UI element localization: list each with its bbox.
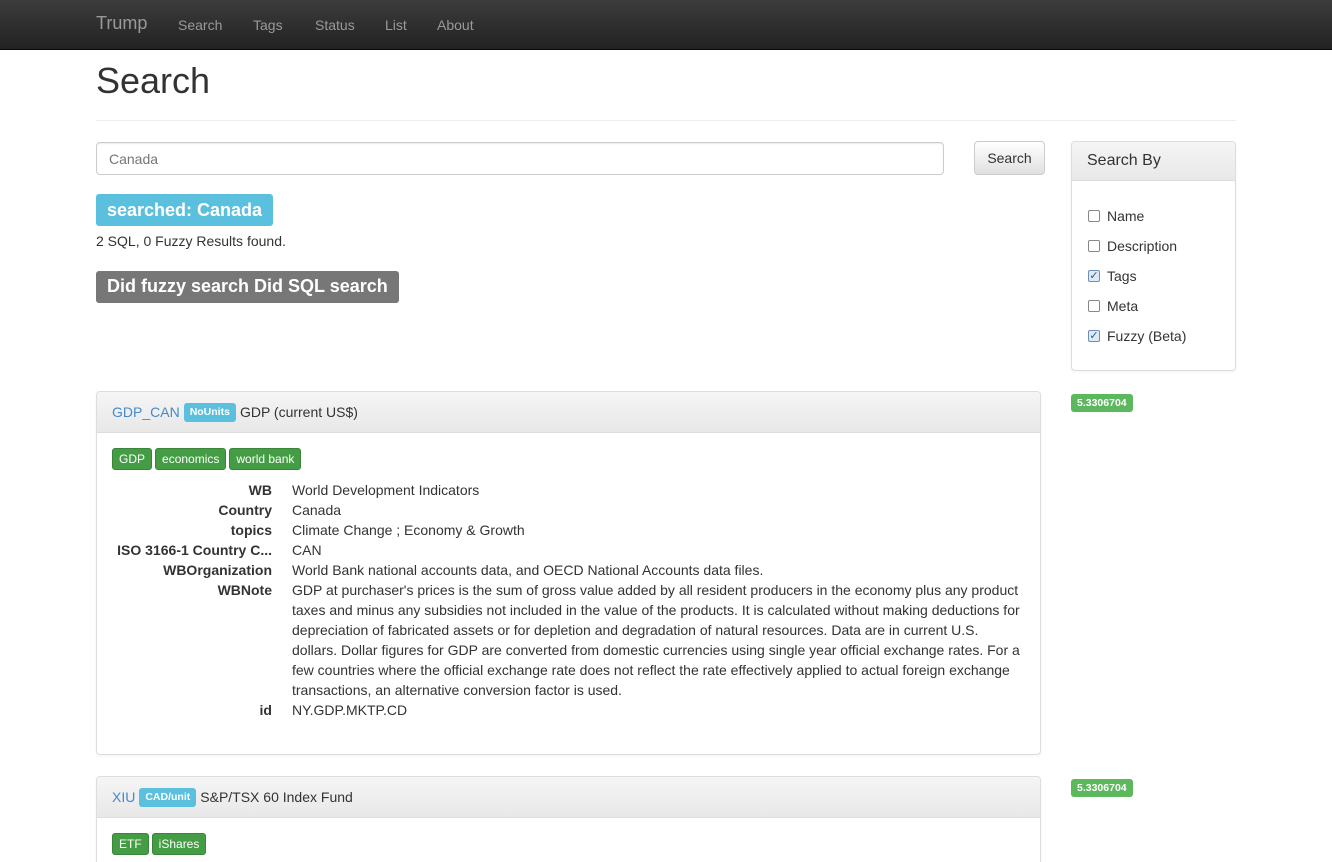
meta-row: Country Canada xyxy=(112,500,1022,520)
searched-label: searched: Canada xyxy=(96,194,274,226)
meta-checkbox[interactable] xyxy=(1088,300,1100,312)
meta-value: GDP at purchaser's prices is the sum of … xyxy=(292,582,1020,698)
fuzzy-option-label: Fuzzy (Beta) xyxy=(1107,328,1187,344)
search-by-meta-option[interactable]: Meta xyxy=(1088,296,1138,316)
search-input[interactable] xyxy=(96,142,944,175)
nav-item-status[interactable]: Status xyxy=(315,17,355,33)
meta-key: WBNote xyxy=(217,582,272,598)
meta-row: ISO 3166-1 Country C... CAN xyxy=(112,540,1022,560)
meta-value: NY.GDP.MKTP.CD xyxy=(292,702,408,718)
meta-option-label: Meta xyxy=(1107,298,1139,314)
meta-value: World Bank national accounts data, and O… xyxy=(292,562,764,578)
tag-list: ETF iShares xyxy=(112,833,209,855)
search-by-name-option[interactable]: Name xyxy=(1088,206,1144,226)
tag[interactable]: world bank xyxy=(229,448,302,470)
results-count: 2 SQL, 0 Fuzzy Results found. xyxy=(96,233,286,249)
search-by-description-option[interactable]: Description xyxy=(1088,236,1177,256)
result-card: XIU CAD/unit S&P/TSX 60 Index Fund ETF i… xyxy=(96,776,1041,862)
tag[interactable]: economics xyxy=(155,448,227,470)
header-divider xyxy=(96,120,1236,121)
tags-option-label: Tags xyxy=(1107,268,1137,284)
page-title: Search xyxy=(96,60,211,101)
meta-key: WBOrganization xyxy=(163,562,272,578)
score-badge: 5.3306704 xyxy=(1071,779,1133,797)
search-by-heading: Search By xyxy=(1072,142,1235,181)
result-name-link[interactable]: XIU xyxy=(112,789,135,805)
search-by-tags-option[interactable]: ✓ Tags xyxy=(1088,266,1137,286)
nav-item-list[interactable]: List xyxy=(385,17,407,33)
meta-key: WB xyxy=(248,482,272,498)
description-option-label: Description xyxy=(1107,238,1178,254)
meta-key: ISO 3166-1 Country C... xyxy=(117,542,272,558)
fuzzy-checkbox[interactable]: ✓ xyxy=(1088,330,1100,342)
result-heading: GDP_CAN NoUnits GDP (current US$) xyxy=(97,392,1040,433)
search-by-panel: Search By Name Description ✓ Tags Meta ✓… xyxy=(1071,141,1236,371)
meta-key: Country xyxy=(218,502,272,518)
brand-link[interactable]: Trump xyxy=(96,13,147,34)
meta-row: WBNote GDP at purchaser's prices is the … xyxy=(112,580,1022,700)
navbar: Trump Search Tags Status List About xyxy=(0,0,1332,50)
description-checkbox[interactable] xyxy=(1088,240,1100,252)
meta-value: Climate Change ; Economy & Growth xyxy=(292,522,525,538)
nav-item-tags[interactable]: Tags xyxy=(253,17,283,33)
meta-key: id xyxy=(259,702,272,718)
nav-item-about[interactable]: About xyxy=(437,17,474,33)
score-badge: 5.3306704 xyxy=(1071,394,1133,412)
meta-row: WB World Development Indicators xyxy=(112,480,1022,500)
tag[interactable]: iShares xyxy=(151,833,207,855)
meta-value: World Development Indicators xyxy=(292,482,480,498)
result-name-link[interactable]: GDP_CAN xyxy=(112,404,180,420)
result-title: GDP (current US$) xyxy=(239,404,358,420)
tags-checkbox[interactable]: ✓ xyxy=(1088,270,1100,282)
result-title: S&P/TSX 60 Index Fund xyxy=(200,789,353,805)
meta-row: topics Climate Change ; Economy & Growth xyxy=(112,520,1022,540)
meta-value: CAN xyxy=(292,542,322,558)
unit-label: NoUnits xyxy=(183,402,236,422)
name-option-label: Name xyxy=(1107,208,1145,224)
meta-row: WBOrganization World Bank national accou… xyxy=(112,560,1022,580)
name-checkbox[interactable] xyxy=(1088,210,1100,222)
nav-item-search[interactable]: Search xyxy=(178,17,222,33)
tag-list: GDP economics world bank xyxy=(112,448,304,470)
result-card: GDP_CAN NoUnits GDP (current US$) GDP ec… xyxy=(96,391,1041,755)
search-by-fuzzy-option[interactable]: ✓ Fuzzy (Beta) xyxy=(1088,326,1186,346)
search-mode-label: Did fuzzy search Did SQL search xyxy=(96,271,399,303)
unit-label: CAD/unit xyxy=(139,787,197,807)
tag[interactable]: ETF xyxy=(112,833,149,855)
search-button[interactable]: Search xyxy=(974,141,1045,175)
meta-value: Canada xyxy=(292,502,342,518)
result-heading: XIU CAD/unit S&P/TSX 60 Index Fund xyxy=(97,777,1040,818)
meta-row: id NY.GDP.MKTP.CD xyxy=(112,700,1022,720)
tag[interactable]: GDP xyxy=(112,448,153,470)
meta-key: topics xyxy=(230,522,272,538)
